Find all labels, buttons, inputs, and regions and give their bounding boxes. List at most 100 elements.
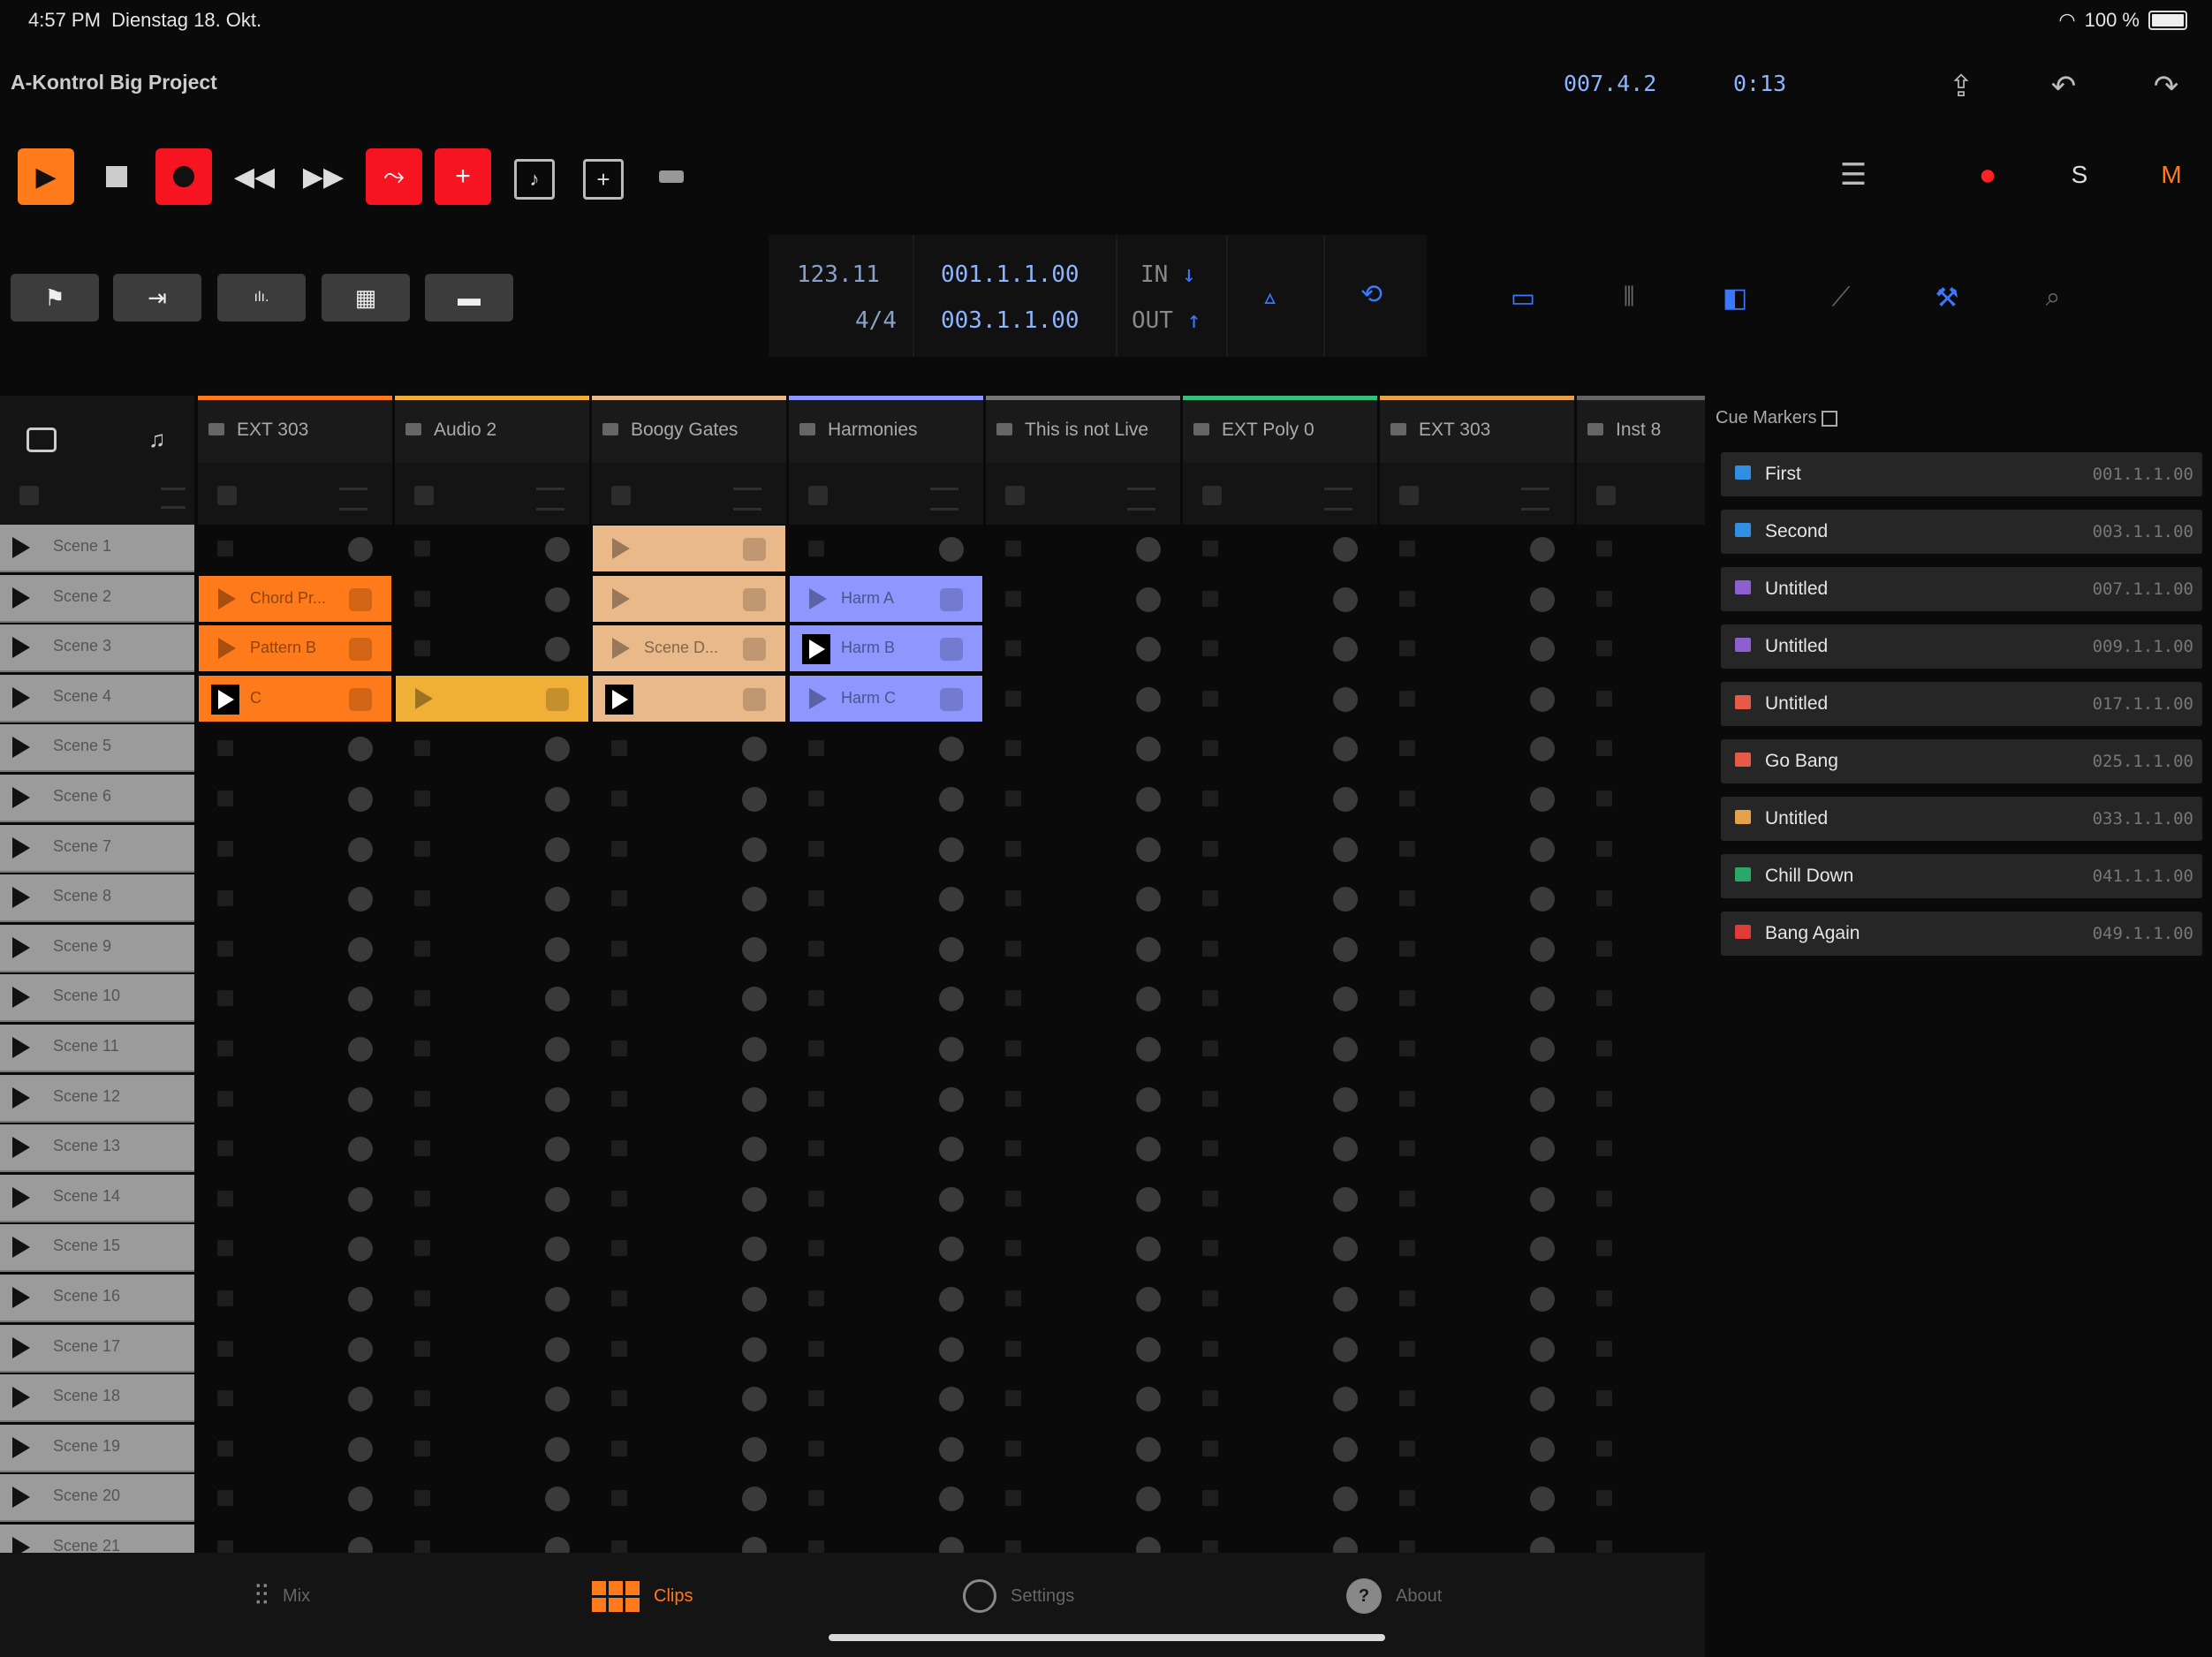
record-slot-icon[interactable] xyxy=(742,1086,767,1112)
empty-slot[interactable] xyxy=(592,1175,786,1222)
record-slot-icon[interactable] xyxy=(742,1436,767,1462)
record-slot-icon[interactable] xyxy=(1333,1237,1358,1262)
record-slot-icon[interactable] xyxy=(1333,887,1358,912)
clip-stop-icon[interactable] xyxy=(940,587,963,611)
cue-marker-row[interactable]: First 001.1.1.00 xyxy=(1721,452,2202,496)
stop-button[interactable] xyxy=(88,148,145,205)
empty-slot[interactable] xyxy=(1183,1175,1377,1222)
list-icon[interactable] xyxy=(161,488,186,509)
record-slot-icon[interactable] xyxy=(939,537,964,562)
record-slot-icon[interactable] xyxy=(348,737,373,762)
pencil-icon[interactable]: ⟋ xyxy=(1816,274,1866,322)
tab-settings[interactable]: Settings xyxy=(963,1574,1074,1618)
record-slot-icon[interactable] xyxy=(1530,1237,1555,1262)
record-slot-icon[interactable] xyxy=(545,1086,570,1112)
empty-slot[interactable] xyxy=(789,724,983,772)
record-slot-icon[interactable] xyxy=(545,936,570,962)
track-options-icon[interactable] xyxy=(1324,488,1352,511)
empty-slot[interactable] xyxy=(1183,974,1377,1022)
record-slot-icon[interactable] xyxy=(1136,1137,1161,1162)
empty-slot[interactable] xyxy=(1577,1525,1705,1553)
record-slot-icon[interactable] xyxy=(1136,987,1161,1012)
record-slot-icon[interactable] xyxy=(939,737,964,762)
empty-slot[interactable] xyxy=(986,874,1180,922)
record-slot-icon[interactable] xyxy=(1530,1436,1555,1462)
record-slot-icon[interactable] xyxy=(1136,537,1161,562)
record-slot-icon[interactable] xyxy=(1530,1487,1555,1512)
record-slot-icon[interactable] xyxy=(1530,1537,1555,1553)
empty-slot[interactable] xyxy=(1577,974,1705,1022)
record-slot-icon[interactable] xyxy=(348,1387,373,1412)
record-button[interactable] xyxy=(155,148,212,205)
cue-marker-row[interactable]: Bang Again 049.1.1.00 xyxy=(1721,912,2202,956)
record-slot-icon[interactable] xyxy=(1333,1086,1358,1112)
record-slot-icon[interactable] xyxy=(742,1487,767,1512)
record-slot-icon[interactable] xyxy=(939,1537,964,1553)
record-slot-icon[interactable] xyxy=(742,1137,767,1162)
record-slot-icon[interactable] xyxy=(939,887,964,912)
record-slot-icon[interactable] xyxy=(348,887,373,912)
record-slot-icon[interactable] xyxy=(1530,537,1555,562)
clip-stop-icon[interactable] xyxy=(349,687,372,711)
empty-slot[interactable] xyxy=(1183,1474,1377,1522)
record-slot-icon[interactable] xyxy=(742,987,767,1012)
empty-slot[interactable] xyxy=(592,1474,786,1522)
empty-slot[interactable] xyxy=(1577,1025,1705,1072)
record-slot-icon[interactable] xyxy=(1530,936,1555,962)
record-slot-icon[interactable] xyxy=(939,1487,964,1512)
empty-slot[interactable] xyxy=(592,974,786,1022)
track-header[interactable]: EXT 303 xyxy=(1380,396,1574,463)
record-slot-icon[interactable] xyxy=(348,1086,373,1112)
record-slot-icon[interactable] xyxy=(545,537,570,562)
record-slot-icon[interactable] xyxy=(939,1336,964,1362)
empty-slot[interactable] xyxy=(789,1175,983,1222)
empty-slot[interactable] xyxy=(198,874,392,922)
empty-slot[interactable] xyxy=(1577,624,1705,672)
record-slot-icon[interactable] xyxy=(742,887,767,912)
record-slot-icon[interactable] xyxy=(1136,1186,1161,1212)
empty-slot[interactable] xyxy=(1183,1275,1377,1322)
record-slot-icon[interactable] xyxy=(939,1436,964,1462)
record-slot-icon[interactable] xyxy=(1333,1037,1358,1062)
empty-slot[interactable] xyxy=(592,925,786,972)
solo-icon[interactable]: S xyxy=(2055,150,2104,200)
empty-slot[interactable] xyxy=(1380,1025,1574,1072)
record-slot-icon[interactable] xyxy=(939,1287,964,1312)
record-slot-icon[interactable] xyxy=(348,1287,373,1312)
record-slot-icon[interactable] xyxy=(742,1037,767,1062)
record-slot-icon[interactable] xyxy=(1333,1487,1358,1512)
record-slot-icon[interactable] xyxy=(939,1137,964,1162)
empty-slot[interactable] xyxy=(592,1124,786,1172)
track-stop-icon[interactable] xyxy=(1596,486,1616,505)
clip-slot[interactable]: Scene D... xyxy=(592,624,786,673)
camera-icon[interactable] xyxy=(27,427,57,452)
empty-slot[interactable] xyxy=(1577,874,1705,922)
empty-slot[interactable] xyxy=(1380,874,1574,922)
empty-slot[interactable] xyxy=(198,974,392,1022)
clip-stop-icon[interactable] xyxy=(546,687,569,711)
record-slot-icon[interactable] xyxy=(545,1436,570,1462)
empty-slot[interactable] xyxy=(198,1124,392,1172)
record-slot-icon[interactable] xyxy=(545,1287,570,1312)
empty-slot[interactable] xyxy=(789,874,983,922)
record-slot-icon[interactable] xyxy=(348,1186,373,1212)
record-slot-icon[interactable] xyxy=(1530,737,1555,762)
empty-slot[interactable] xyxy=(1577,525,1705,572)
track-stop-icon[interactable] xyxy=(217,486,237,505)
record-slot-icon[interactable] xyxy=(1136,1237,1161,1262)
loop-cell[interactable]: ⟲ xyxy=(1325,235,1427,357)
clip-stop-icon[interactable] xyxy=(349,638,372,662)
record-slot-icon[interactable] xyxy=(1136,936,1161,962)
record-slot-icon[interactable] xyxy=(1530,1186,1555,1212)
record-slot-icon[interactable] xyxy=(939,987,964,1012)
record-slot-icon[interactable] xyxy=(545,836,570,862)
track-options-icon[interactable] xyxy=(1127,488,1155,511)
record-slot-icon[interactable] xyxy=(742,836,767,862)
empty-slot[interactable] xyxy=(395,1025,589,1072)
empty-slot[interactable] xyxy=(789,1275,983,1322)
empty-slot[interactable] xyxy=(395,775,589,822)
empty-slot[interactable] xyxy=(1577,775,1705,822)
empty-slot[interactable] xyxy=(986,1525,1180,1553)
empty-slot[interactable] xyxy=(986,675,1180,723)
track-options-icon[interactable] xyxy=(536,488,564,511)
